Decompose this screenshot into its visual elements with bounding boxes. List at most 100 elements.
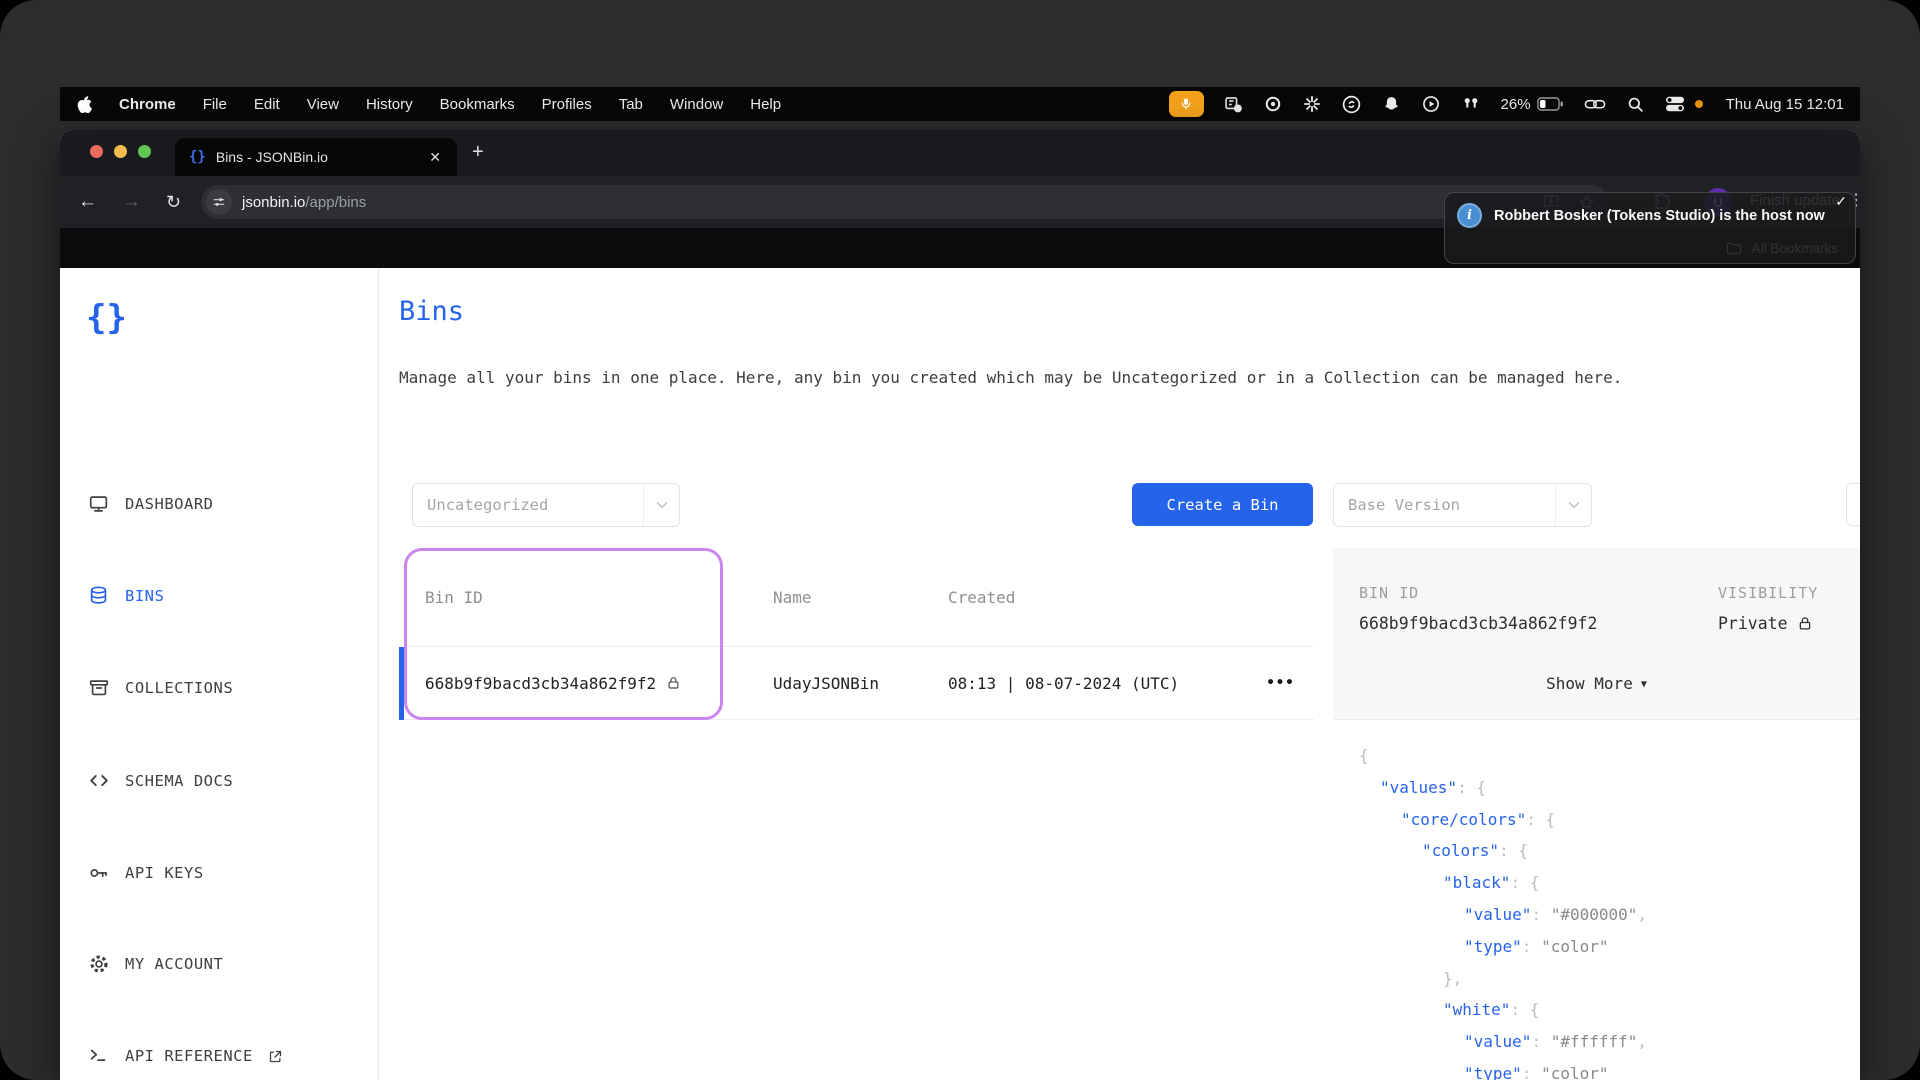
version-filter-select[interactable]: Base Version <box>1333 483 1592 527</box>
url-path: /app/bins <box>305 194 366 211</box>
terminal-icon <box>88 1045 110 1067</box>
browser-tab[interactable]: {} Bins - JSONBin.io ✕ <box>175 138 457 176</box>
url-host: jsonbin.io <box>242 194 305 211</box>
bin-detail-panel: BIN ID 668b9f9bacd3cb34a862f9f2 VISIBILI… <box>1333 548 1860 1080</box>
lock-icon <box>666 675 681 691</box>
check-icon[interactable]: ✓ <box>1835 193 1847 210</box>
bin-id-label: BIN ID <box>1359 584 1419 602</box>
address-bar[interactable]: jsonbin.io/app/bins <box>201 185 1608 219</box>
menu-history[interactable]: History <box>366 96 413 113</box>
column-name: Name <box>752 588 927 607</box>
column-created: Created <box>927 588 1247 607</box>
bin-created-value: 08:13 | 08-07-2024 (UTC) <box>927 674 1247 693</box>
menu-clock[interactable]: Thu Aug 15 12:01 <box>1726 96 1844 113</box>
shazam-icon[interactable] <box>1341 94 1362 115</box>
browser-window: {} Bins - JSONBin.io ✕ + ← → ↻ jsonbin.i… <box>60 130 1860 1080</box>
sidebar-item-api-reference[interactable]: API REFERENCE <box>88 1043 283 1069</box>
microphone-status-icon[interactable] <box>1169 91 1204 117</box>
back-button[interactable]: ← <box>78 190 97 214</box>
show-more-button[interactable]: Show More▼ <box>1333 674 1860 693</box>
create-bin-button[interactable]: Create a Bin <box>1132 483 1313 526</box>
column-bin-id: Bin ID <box>404 588 752 607</box>
bin-id-detail: 668b9f9bacd3cb34a862f9f2 <box>1359 614 1597 633</box>
menu-window[interactable]: Window <box>670 96 723 113</box>
new-tab-button[interactable]: + <box>472 141 484 163</box>
row-actions-menu[interactable]: ••• <box>1247 675 1314 691</box>
status-dot <box>1695 100 1703 108</box>
monitor-icon <box>88 493 110 515</box>
bin-detail-header: BIN ID 668b9f9bacd3cb34a862f9f2 VISIBILI… <box>1333 548 1860 720</box>
json-code: {"values": {"core/colors": {"colors": {"… <box>1333 720 1860 1080</box>
tab-strip: {} Bins - JSONBin.io ✕ + <box>60 130 1860 176</box>
category-filter-select[interactable]: Uncategorized <box>412 483 680 527</box>
sidebar-item-dashboard[interactable]: DASHBOARD <box>88 491 214 517</box>
menu-edit[interactable]: Edit <box>254 96 280 113</box>
menu-app-name[interactable]: Chrome <box>119 96 176 113</box>
menu-help[interactable]: Help <box>750 96 781 113</box>
bins-table: Bin ID Name Created 668b9f9bacd3cb34a862… <box>404 548 1314 720</box>
sparkle-icon[interactable] <box>1302 94 1322 114</box>
close-window-button[interactable] <box>90 145 103 158</box>
sidebar-item-schema-docs[interactable]: SCHEMA DOCS <box>88 768 233 794</box>
tab-favicon: {} <box>189 149 206 165</box>
caret-down-icon: ▼ <box>1641 679 1647 690</box>
archive-box-icon <box>88 677 110 699</box>
menu-file[interactable]: File <box>203 96 227 113</box>
database-icon <box>88 585 110 607</box>
visibility-label: VISIBILITY <box>1718 584 1818 602</box>
play-circle-icon[interactable] <box>1421 94 1441 114</box>
control-center-icon[interactable] <box>1664 95 1686 113</box>
bin-name-value: UdayJSONBin <box>752 674 927 693</box>
search-icon[interactable] <box>1626 95 1645 114</box>
page-title: Bins <box>399 296 464 327</box>
gear-icon <box>88 953 110 975</box>
forward-button[interactable]: → <box>122 190 141 214</box>
sidebar-item-api-keys[interactable]: API KEYS <box>88 860 204 886</box>
menu-left: Chrome File Edit View History Bookmarks … <box>76 95 781 113</box>
menu-profiles[interactable]: Profiles <box>542 96 592 113</box>
tab-close-icon[interactable]: ✕ <box>425 147 445 168</box>
selected-row-indicator <box>399 647 404 720</box>
window-controls <box>90 145 151 158</box>
zoom-window-button[interactable] <box>138 145 151 158</box>
battery-status[interactable]: 26% <box>1501 96 1564 113</box>
page-content: {} DASHBOARD BINS COLLECTIONS SCHEMA DOC… <box>60 268 1860 1080</box>
sidebar-item-bins[interactable]: BINS <box>88 583 164 609</box>
svg-text:!: ! <box>1236 105 1238 112</box>
menu-bookmarks[interactable]: Bookmarks <box>440 96 515 113</box>
sidebar: {} DASHBOARD BINS COLLECTIONS SCHEMA DOC… <box>60 268 379 1080</box>
sidebar-item-my-account[interactable]: MY ACCOUNT <box>88 951 223 977</box>
notification-text: Robbert Bosker (Tokens Studio) is the ho… <box>1494 208 1825 224</box>
reload-button[interactable]: ↻ <box>166 190 181 214</box>
desktop: Chrome File Edit View History Bookmarks … <box>0 0 1920 1080</box>
bin-id-value: 668b9f9bacd3cb34a862f9f2 <box>425 674 656 693</box>
page-description: Manage all your bins in one place. Here,… <box>399 368 1622 387</box>
table-header: Bin ID Name Created <box>404 548 1314 647</box>
menu-view[interactable]: View <box>307 96 339 113</box>
menu-tab[interactable]: Tab <box>619 96 643 113</box>
code-icon <box>88 770 110 792</box>
menu-status-area: ! 26% <box>1169 91 1844 117</box>
ghost-icon[interactable] <box>1381 94 1402 115</box>
apple-menu-icon[interactable] <box>76 95 92 113</box>
sidebar-item-collections[interactable]: COLLECTIONS <box>88 675 233 701</box>
record-icon[interactable] <box>1263 94 1283 114</box>
site-settings-icon[interactable] <box>206 189 232 215</box>
key-icon <box>88 862 110 884</box>
table-row[interactable]: 668b9f9bacd3cb34a862f9f2 UdayJSONBin 08:… <box>404 647 1314 720</box>
browser-toolbar: ← → ↻ jsonbin.io/app/bins <box>60 176 1860 228</box>
info-icon: i <box>1457 203 1482 228</box>
chevron-down-icon <box>1555 484 1591 526</box>
copy-json-button[interactable] <box>1846 483 1860 526</box>
link-icon[interactable] <box>1583 94 1607 114</box>
jsonbin-logo[interactable]: {} <box>86 298 127 338</box>
macos-menu-bar: Chrome File Edit View History Bookmarks … <box>60 87 1860 121</box>
external-link-icon <box>268 1049 283 1064</box>
chevron-down-icon <box>643 484 679 526</box>
minimize-window-button[interactable] <box>114 145 127 158</box>
notification-alert-icon[interactable]: ! <box>1223 94 1244 115</box>
battery-icon <box>1537 97 1564 111</box>
airpods-icon[interactable] <box>1460 94 1482 114</box>
host-notification: i Robbert Bosker (Tokens Studio) is the … <box>1444 192 1856 264</box>
lock-icon <box>1797 615 1813 632</box>
